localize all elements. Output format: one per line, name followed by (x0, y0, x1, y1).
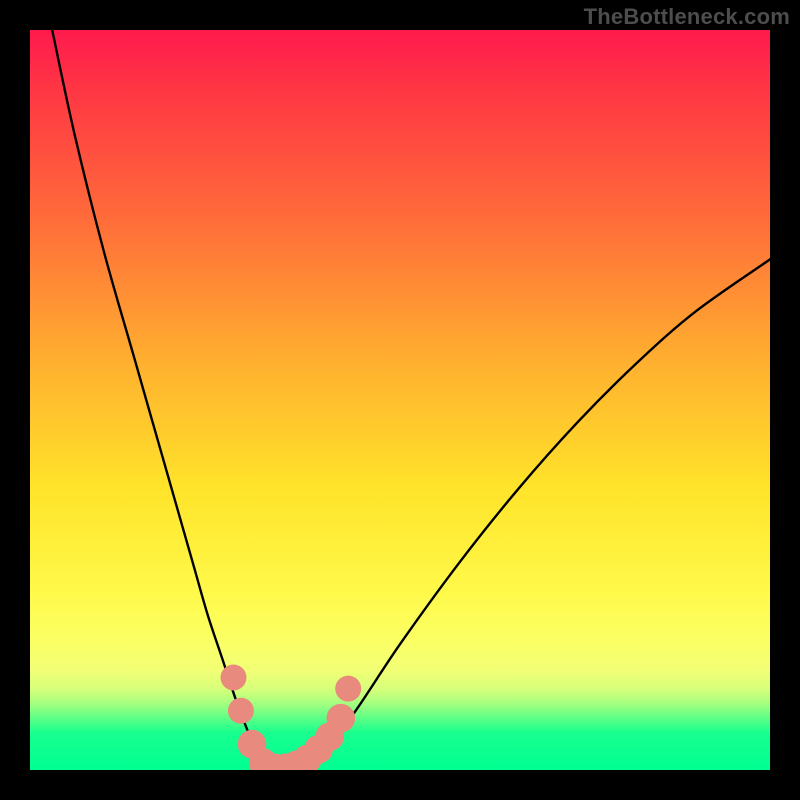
attribution-text: TheBottleneck.com (584, 4, 790, 30)
trough-marker (335, 676, 361, 702)
trough-markers (221, 665, 362, 770)
trough-marker (228, 698, 254, 724)
curve-layer (30, 30, 770, 770)
bottleneck-curve (52, 30, 770, 770)
outer-frame: TheBottleneck.com (0, 0, 800, 800)
trough-marker (326, 704, 355, 733)
trough-marker (221, 665, 247, 691)
plot-area (30, 30, 770, 770)
